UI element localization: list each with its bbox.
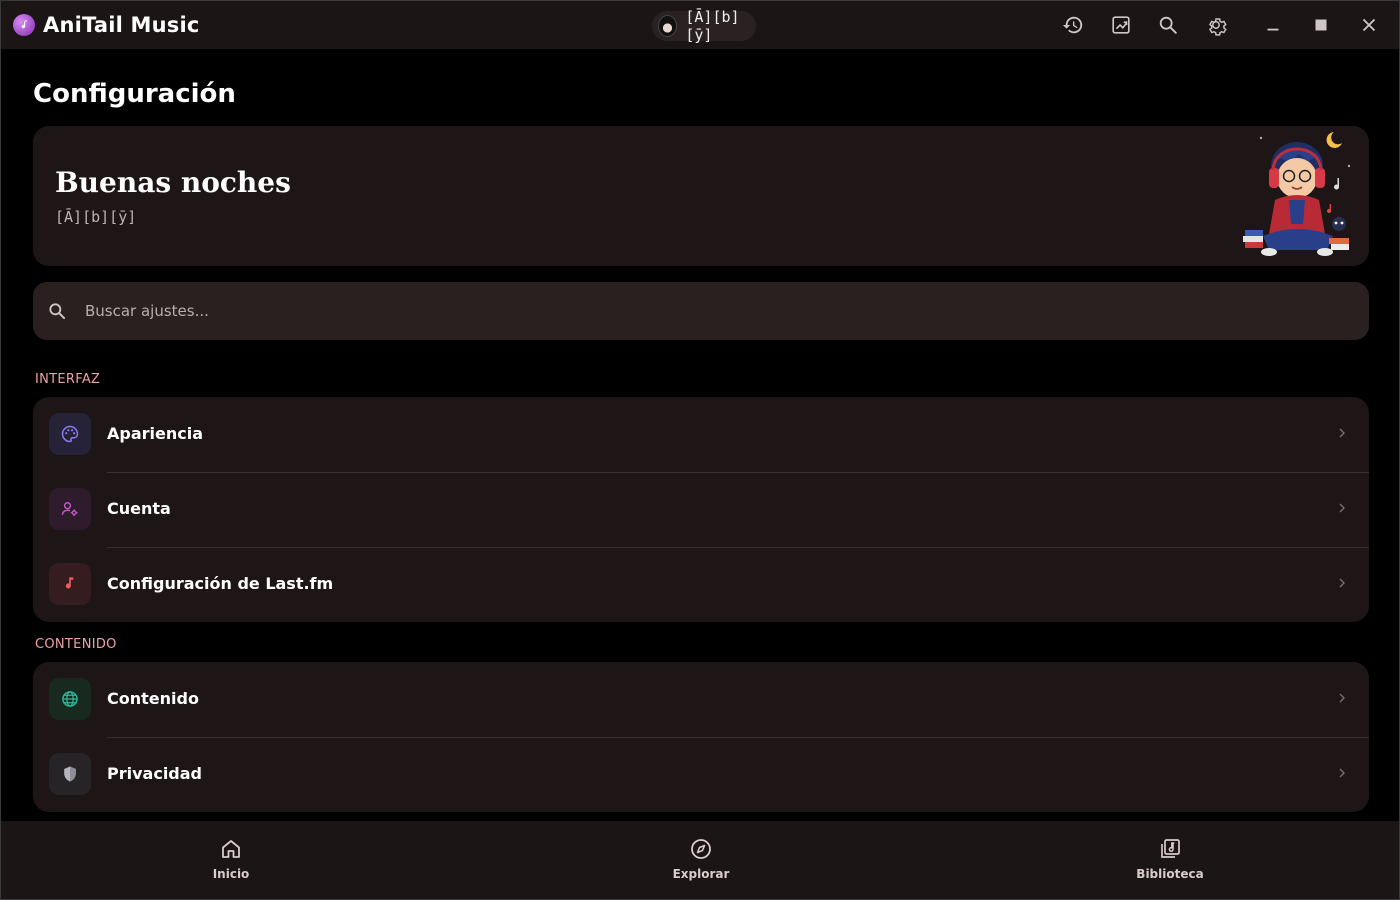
- settings-item-label: Contenido: [107, 689, 199, 708]
- settings-group-contenido: Contenido Privacidad: [33, 662, 1369, 812]
- settings-group-interfaz: Apariencia Cuenta Configuración de Last.…: [33, 397, 1369, 622]
- settings-item-label: Cuenta: [107, 499, 171, 518]
- row-icon-bg: [49, 753, 91, 795]
- history-icon: [1062, 16, 1083, 34]
- trending-icon: [1112, 16, 1130, 34]
- bottom-navigation: Inicio Explorar Biblioteca: [1, 821, 1399, 899]
- settings-item-lastfm[interactable]: Configuración de Last.fm: [33, 547, 1369, 622]
- row-icon-bg: [49, 678, 91, 720]
- search-icon: [1159, 16, 1177, 34]
- settings-button[interactable]: [1204, 13, 1228, 37]
- row-icon-bg: [49, 413, 91, 455]
- chevron-right-icon: [1339, 428, 1345, 438]
- app-window: AniTail Music [Ā][b][ȳ] Configuración Bu…: [0, 0, 1400, 900]
- history-button[interactable]: [1061, 13, 1085, 37]
- row-icon-bg: [49, 563, 91, 605]
- nav-item-inicio[interactable]: Inicio: [171, 837, 291, 889]
- section-label-interfaz: INTERFAZ: [35, 372, 101, 387]
- settings-item-cuenta[interactable]: Cuenta: [33, 472, 1369, 547]
- account-settings-icon: [61, 502, 78, 517]
- chevron-right-icon: [1339, 768, 1345, 778]
- listening-character-illustration: [1243, 132, 1351, 256]
- stats-button[interactable]: [1109, 13, 1133, 37]
- chevron-right-icon: [1339, 693, 1345, 703]
- maximize-button[interactable]: [1309, 13, 1333, 37]
- library-icon: [1161, 839, 1180, 858]
- close-icon: [1362, 18, 1376, 32]
- greeting-card: Buenas noches [Ā][b][ȳ]: [33, 126, 1369, 266]
- search-icon: [49, 303, 66, 320]
- greeting-username: [Ā][b][ȳ]: [55, 208, 137, 226]
- minimize-icon: [1267, 28, 1279, 31]
- chevron-right-icon: [1339, 578, 1345, 588]
- section-label-contenido: CONTENIDO: [35, 637, 117, 652]
- settings-item-label: Privacidad: [107, 764, 202, 783]
- page-title: Configuración: [33, 79, 236, 109]
- home-icon: [222, 840, 240, 858]
- row-icon-bg: [49, 488, 91, 530]
- app-title: AniTail Music: [43, 13, 200, 37]
- settings-item-apariencia[interactable]: Apariencia: [33, 397, 1369, 472]
- settings-item-contenido[interactable]: Contenido: [33, 662, 1369, 737]
- nav-item-biblioteca[interactable]: Biblioteca: [1110, 837, 1230, 889]
- compass-icon: [691, 839, 711, 859]
- nav-label: Biblioteca: [1136, 867, 1204, 881]
- globe-icon: [62, 691, 78, 707]
- search-button[interactable]: [1156, 13, 1180, 37]
- music-note-icon: [65, 577, 74, 589]
- settings-search-bar[interactable]: [33, 282, 1369, 340]
- settings-item-label: Apariencia: [107, 424, 204, 443]
- settings-item-privacidad[interactable]: Privacidad: [33, 737, 1369, 812]
- settings-icon: [1208, 18, 1227, 36]
- minimize-button[interactable]: [1261, 13, 1285, 37]
- avatar: [658, 15, 678, 37]
- greeting-title: Buenas noches: [55, 166, 291, 199]
- chevron-right-icon: [1339, 503, 1345, 513]
- search-input[interactable]: [85, 296, 1345, 326]
- settings-content[interactable]: Configuración Buenas noches [Ā][b][ȳ] Bu…: [1, 49, 1399, 821]
- user-chip[interactable]: [Ā][b][ȳ]: [652, 8, 756, 44]
- app-logo-icon: [13, 14, 35, 36]
- settings-item-label: Configuración de Last.fm: [107, 574, 334, 593]
- maximize-icon: [1315, 19, 1327, 31]
- user-chip-name: [Ā][b][ȳ]: [685, 8, 740, 44]
- nav-label: Explorar: [672, 867, 730, 881]
- nav-item-explorar[interactable]: Explorar: [641, 837, 761, 889]
- nav-label: Inicio: [212, 867, 250, 881]
- palette-icon: [61, 425, 79, 443]
- title-bar: AniTail Music [Ā][b][ȳ]: [1, 1, 1399, 49]
- shield-icon: [64, 766, 76, 782]
- close-button[interactable]: [1357, 13, 1381, 37]
